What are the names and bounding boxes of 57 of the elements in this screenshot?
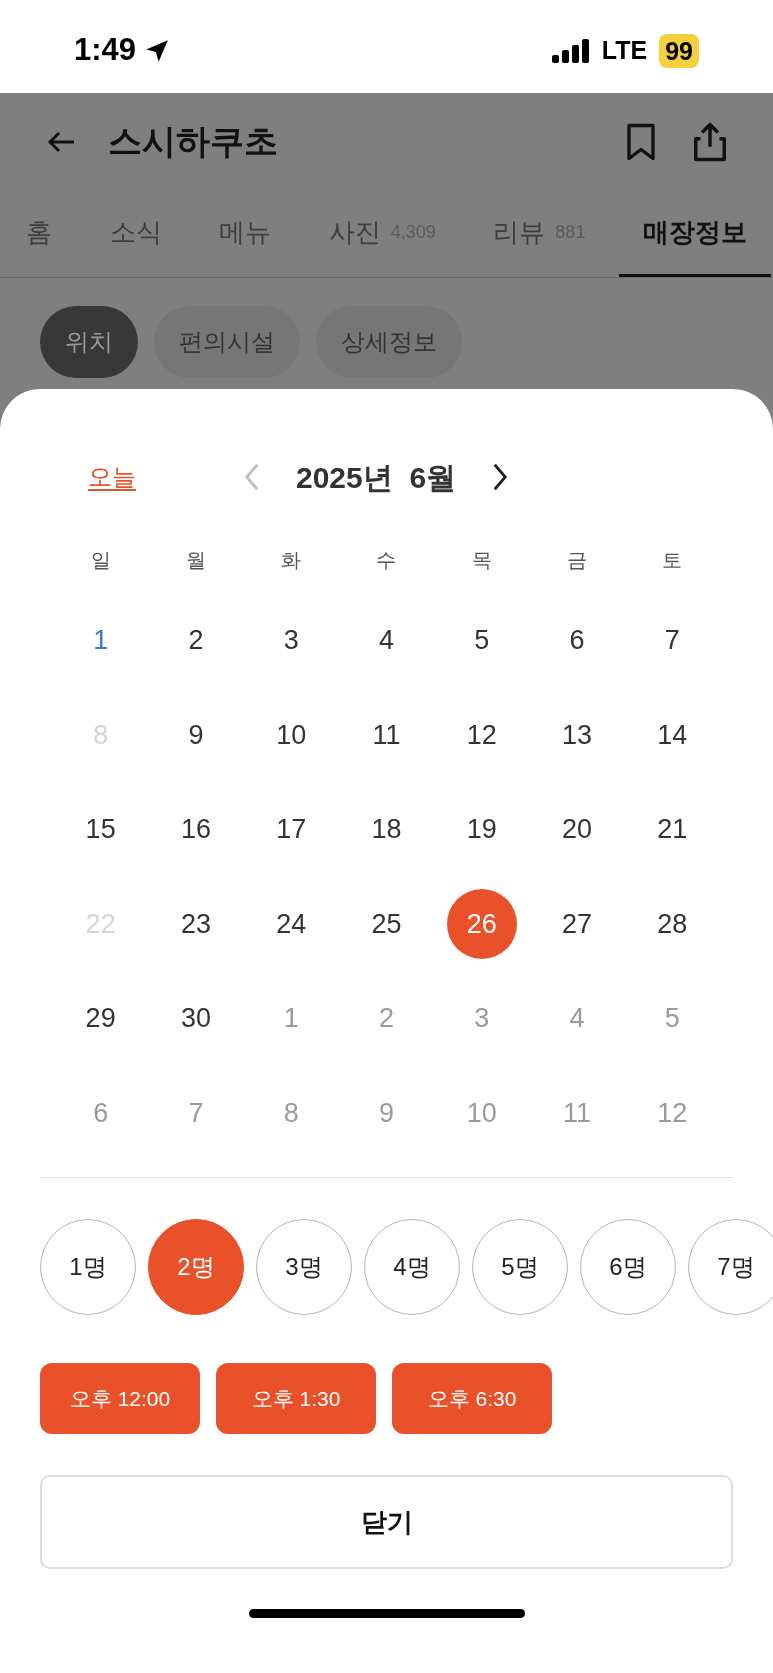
calendar-day[interactable]: 12 — [446, 699, 517, 770]
weekday-label: 일 — [90, 548, 111, 573]
calendar-day[interactable]: 28 — [637, 888, 708, 959]
signal-icon — [551, 38, 592, 63]
calendar-day[interactable]: 11 — [351, 699, 422, 770]
time-slot-button[interactable]: 오후 6:30 — [392, 1363, 552, 1434]
calendar-day[interactable]: 3 — [256, 605, 327, 676]
calendar-day[interactable]: 9 — [160, 699, 231, 770]
calendar-day[interactable]: 30 — [160, 983, 231, 1054]
party-size-option[interactable]: 2명 — [148, 1219, 244, 1315]
filter-chip[interactable]: 위치 — [40, 306, 138, 378]
calendar-day[interactable]: 2 — [160, 605, 231, 676]
calendar-day[interactable]: 16 — [160, 794, 231, 865]
battery-level: 99 — [659, 33, 699, 68]
share-icon[interactable] — [691, 120, 729, 163]
location-arrow-icon — [144, 37, 171, 64]
month-title: 2025년 6월 — [296, 459, 457, 496]
party-size-option[interactable]: 6명 — [580, 1219, 676, 1315]
status-time: 1:49 — [74, 31, 137, 70]
calendar-day[interactable]: 19 — [446, 794, 517, 865]
calendar-day[interactable]: 7 — [637, 605, 708, 676]
calendar-day[interactable]: 21 — [637, 794, 708, 865]
calendar-day[interactable]: 5 — [446, 605, 517, 676]
calendar-day[interactable]: 14 — [637, 699, 708, 770]
weekday-label: 토 — [662, 548, 683, 573]
today-link[interactable]: 오늘 — [88, 459, 136, 495]
calendar-day[interactable]: 4 — [351, 605, 422, 676]
party-size-option[interactable]: 4명 — [364, 1219, 460, 1315]
calendar-day[interactable]: 23 — [160, 888, 231, 959]
calendar-day[interactable]: 26 — [446, 888, 517, 959]
calendar-day[interactable]: 24 — [256, 888, 327, 959]
close-button[interactable]: 닫기 — [40, 1475, 733, 1569]
page-title: 스시하쿠초 — [108, 121, 278, 162]
calendar-day[interactable]: 17 — [256, 794, 327, 865]
weekday-label: 목 — [471, 548, 492, 573]
weekday-label: 수 — [376, 548, 397, 573]
weekday-label: 금 — [567, 548, 588, 573]
tab[interactable]: 매장정보 — [619, 190, 771, 277]
time-slot-button[interactable]: 오후 1:30 — [216, 1363, 376, 1434]
party-size-option[interactable]: 7명 — [688, 1219, 773, 1315]
weekday-label: 월 — [185, 548, 206, 573]
calendar-day[interactable]: 18 — [351, 794, 422, 865]
calendar-day[interactable]: 6 — [542, 605, 613, 676]
network-type: LTE — [601, 34, 648, 66]
calendar-day[interactable]: 25 — [351, 888, 422, 959]
calendar-day[interactable]: 27 — [542, 888, 613, 959]
calendar-day[interactable]: 15 — [65, 794, 136, 865]
party-size-option[interactable]: 3명 — [256, 1219, 352, 1315]
weekday-label: 화 — [281, 548, 302, 573]
calendar-day[interactable]: 1 — [65, 605, 136, 676]
party-size-option[interactable]: 5명 — [472, 1219, 568, 1315]
time-slot-button[interactable]: 오후 12:00 — [40, 1363, 200, 1434]
calendar-day[interactable]: 13 — [542, 699, 613, 770]
calendar-day[interactable]: 29 — [65, 983, 136, 1054]
party-size-option[interactable]: 1명 — [40, 1219, 136, 1315]
calendar-day[interactable]: 20 — [542, 794, 613, 865]
calendar-day[interactable]: 10 — [256, 699, 327, 770]
